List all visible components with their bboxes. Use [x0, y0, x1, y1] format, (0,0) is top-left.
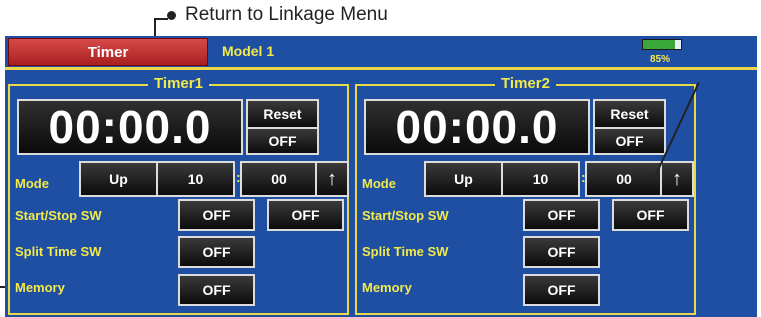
timer2-display: 00:00.0 — [364, 99, 590, 155]
timer1-reset-switch[interactable]: OFF — [246, 127, 319, 155]
timer1-startstop-label: Start/Stop SW — [15, 208, 102, 223]
timer2-startstop-switch-1[interactable]: OFF — [523, 199, 600, 231]
timer2-mode-label: Mode — [362, 176, 396, 191]
timer1-title: Timer1 — [10, 75, 347, 93]
timer-screen: Timer Model 1 85% Timer1 00:00.0 Reset O… — [5, 36, 757, 317]
timer1-title-text: Timer1 — [148, 75, 209, 92]
timer1-mode-label: Mode — [15, 176, 49, 191]
timer1-startstop-switch-1[interactable]: OFF — [178, 199, 255, 231]
timer2-reset-button[interactable]: Reset — [593, 99, 666, 129]
timer2-split-label: Split Time SW — [362, 244, 449, 259]
battery-icon — [642, 39, 682, 50]
timer2-title-text: Timer2 — [495, 75, 556, 92]
timer2-seconds-button[interactable]: 00 — [585, 161, 663, 197]
timer1-reset-button[interactable]: Reset — [246, 99, 319, 129]
timer1-seconds-button[interactable]: 00 — [240, 161, 318, 197]
timer2-memory-label: Memory — [362, 280, 412, 295]
timer2-memory-switch[interactable]: OFF — [523, 274, 600, 306]
timer1-memory-switch[interactable]: OFF — [178, 274, 255, 306]
timer1-mode-button[interactable]: Up — [79, 161, 158, 197]
timer2-startstop-label: Start/Stop SW — [362, 208, 449, 223]
battery-percent: 85% — [650, 54, 671, 65]
return-annotation: Return to Linkage Menu — [185, 4, 388, 34]
timer1-minutes-button[interactable]: 10 — [156, 161, 235, 197]
timer1-panel: Timer1 00:00.0 Reset OFF Mode Up 10 : 00… — [8, 75, 349, 315]
battery-level — [643, 40, 676, 49]
return-annotation-text: Return to Linkage Menu — [185, 4, 388, 25]
title-bar: Timer Model 1 85% — [5, 36, 757, 66]
model-name: Model 1 — [222, 43, 275, 59]
timer1-startstop-switch-2[interactable]: OFF — [267, 199, 344, 231]
timer2-split-switch[interactable]: OFF — [523, 236, 600, 268]
timer1-direction-arrow-icon[interactable]: ↑ — [315, 161, 349, 197]
timer-title-button[interactable]: Timer — [8, 38, 208, 66]
annotation-bracket — [154, 18, 168, 36]
timer2-minutes-button[interactable]: 10 — [501, 161, 580, 197]
timer2-panel: Timer2 00:00.0 Reset OFF Mode Up 10 : 00… — [355, 75, 696, 315]
timer1-display: 00:00.0 — [17, 99, 243, 155]
timer2-startstop-switch-2[interactable]: OFF — [612, 199, 689, 231]
timer1-split-label: Split Time SW — [15, 244, 102, 259]
timer1-memory-label: Memory — [15, 280, 65, 295]
timer2-mode-button[interactable]: Up — [424, 161, 503, 197]
timer2-title: Timer2 — [357, 75, 694, 93]
timer1-split-switch[interactable]: OFF — [178, 236, 255, 268]
bullet-icon — [167, 11, 176, 20]
timer2-reset-switch[interactable]: OFF — [593, 127, 666, 155]
header-divider — [5, 67, 757, 70]
timer2-direction-arrow-icon[interactable]: ↑ — [660, 161, 694, 197]
